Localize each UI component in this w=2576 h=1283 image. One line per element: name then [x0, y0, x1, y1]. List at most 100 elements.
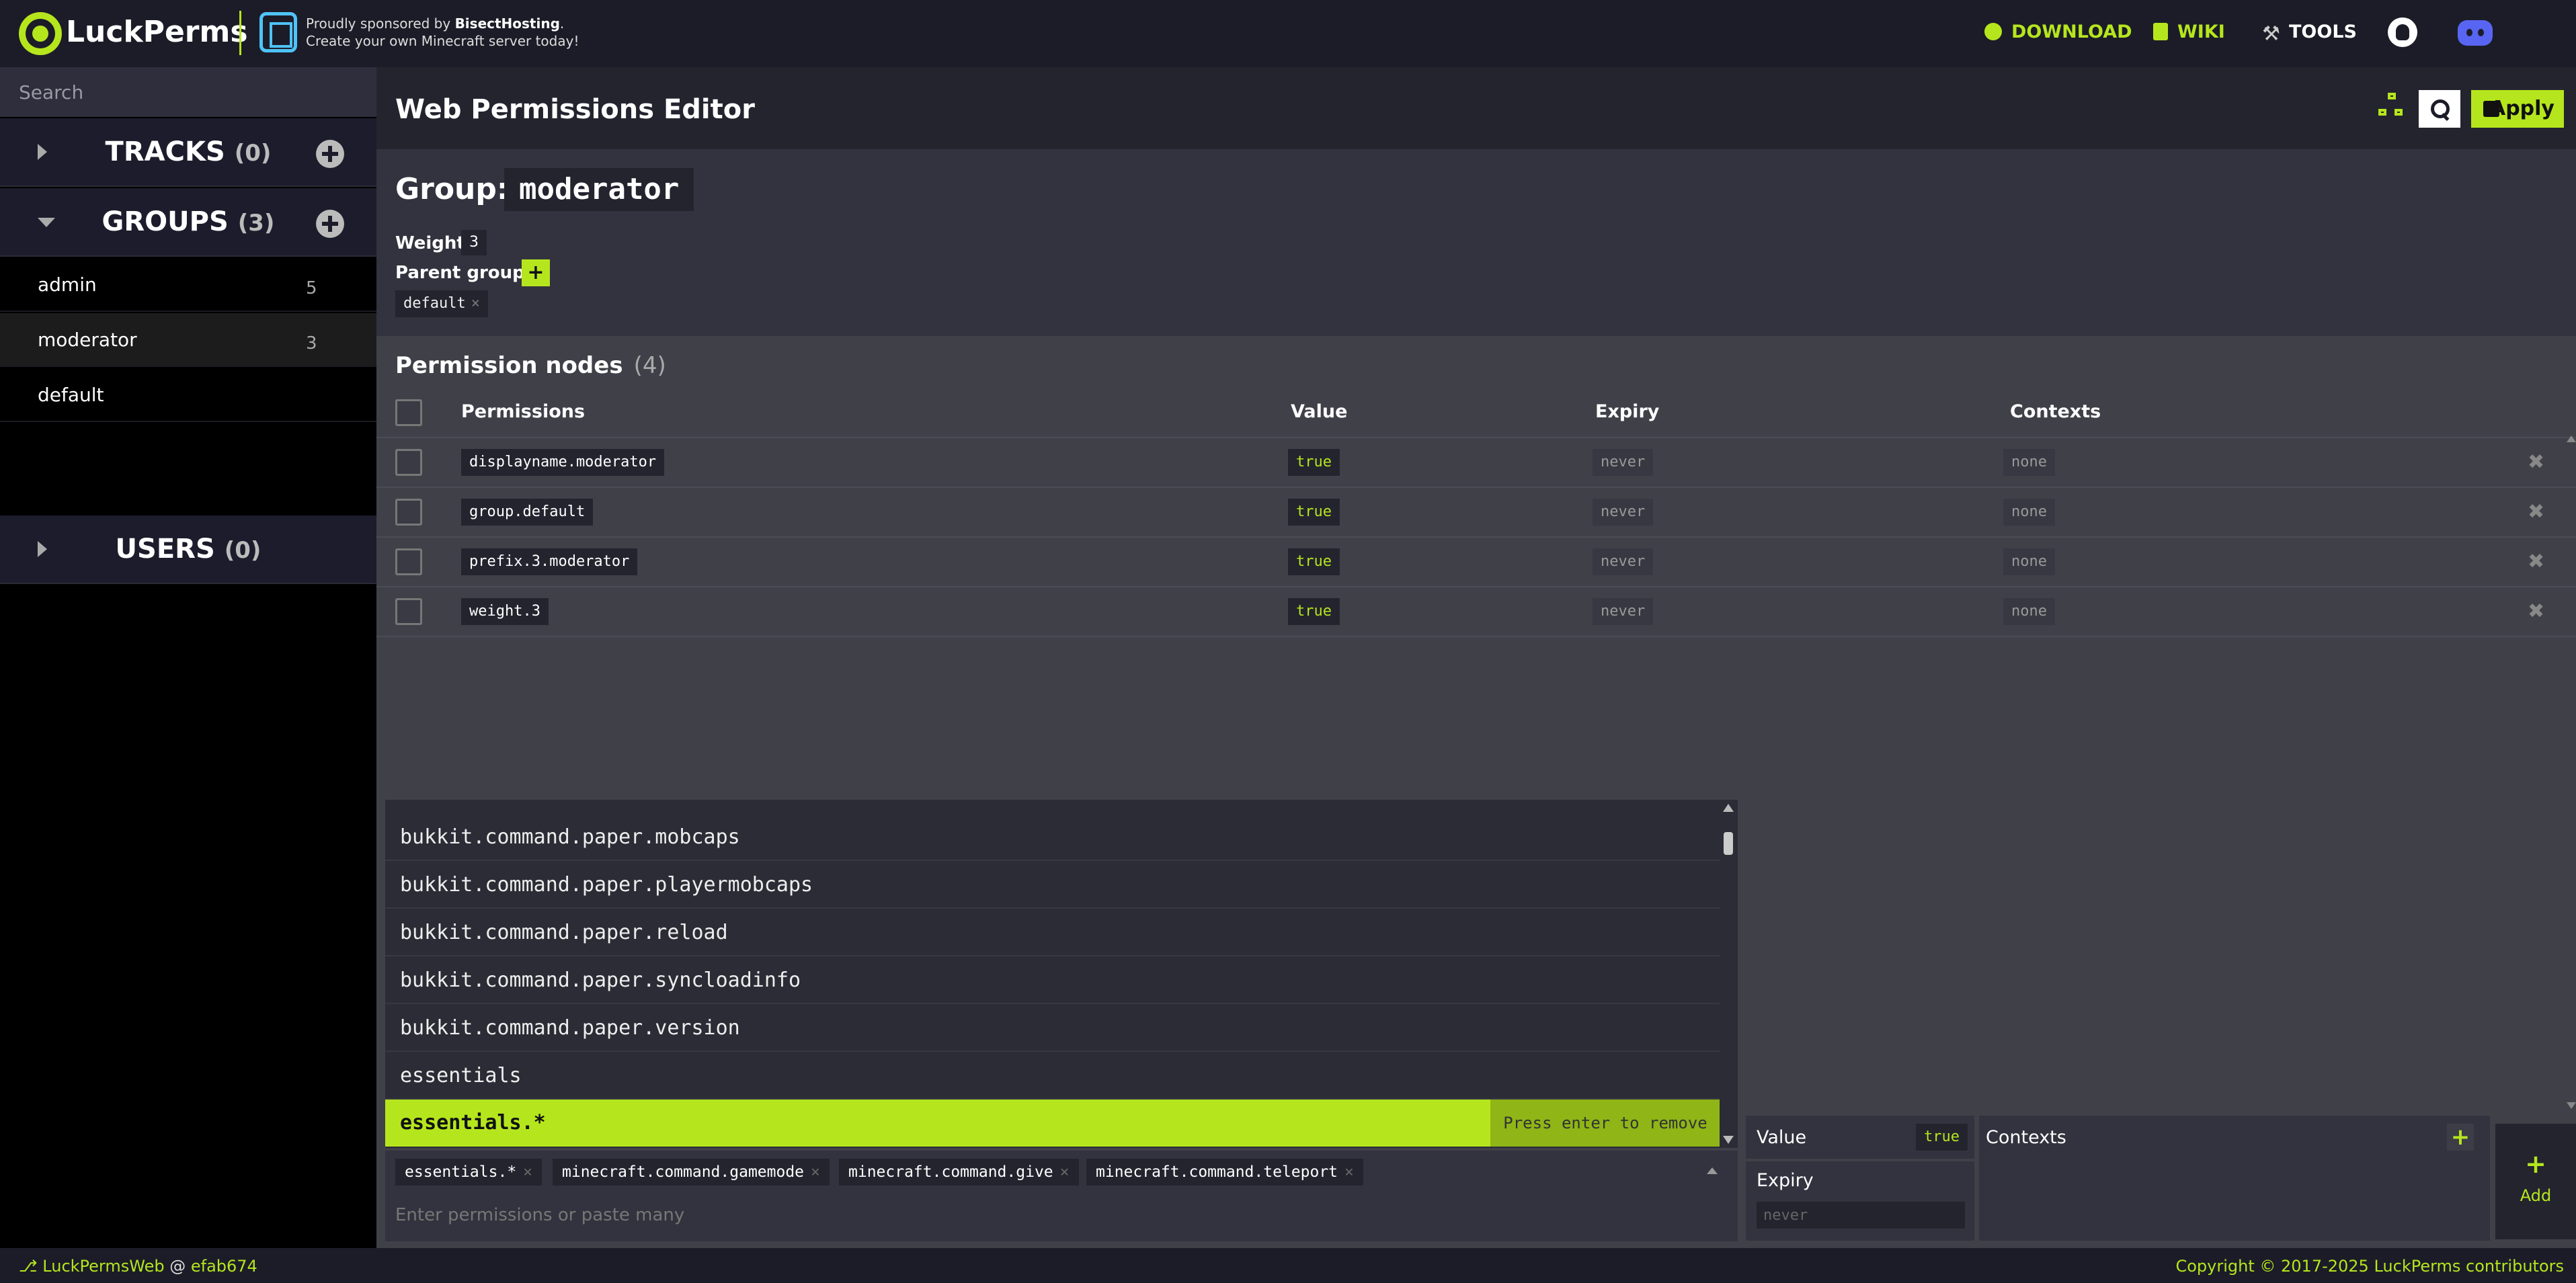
row-checkbox[interactable]: [395, 548, 422, 575]
tools-icon: [2262, 23, 2280, 40]
contexts-label: Contexts: [1986, 1127, 2066, 1148]
remove-tag-icon[interactable]: ×: [523, 1163, 532, 1181]
table-scroll-up-icon[interactable]: [2567, 436, 2576, 442]
github-icon[interactable]: [2388, 17, 2417, 47]
footer-copyright[interactable]: Copyright © 2017-2025 LuckPerms contribu…: [2175, 1256, 2564, 1276]
permission-node[interactable]: group.default: [461, 499, 594, 526]
top-nav: LuckPerms Proudly sponsored by BisectHos…: [0, 0, 2576, 67]
select-all-checkbox[interactable]: [395, 399, 422, 426]
suggestion-item[interactable]: bukkit.command.paper.version: [385, 1005, 1720, 1052]
permission-expiry[interactable]: never: [1593, 548, 1654, 575]
permission-value[interactable]: true: [1288, 499, 1340, 526]
remove-tag-icon[interactable]: ×: [811, 1163, 820, 1181]
footer-version[interactable]: ⎇ LuckPermsWeb @ efab674: [19, 1256, 257, 1276]
delete-row-icon[interactable]: ✖: [2528, 499, 2544, 526]
sidebar-group-default[interactable]: default: [0, 368, 376, 422]
nav-tools-link[interactable]: TOOLS: [2262, 20, 2357, 44]
add-parent-button[interactable]: +: [522, 259, 550, 286]
nav-download-link[interactable]: DOWNLOAD: [1984, 20, 2132, 44]
permission-node[interactable]: prefix.3.moderator: [461, 548, 638, 575]
download-icon: [1984, 23, 2002, 40]
suggestion-item[interactable]: bukkit.command.paper.playermobcaps: [385, 862, 1720, 909]
selected-permission-tag[interactable]: minecraft.command.teleport ×: [1086, 1159, 1363, 1186]
delete-row-icon[interactable]: ✖: [2528, 449, 2544, 476]
sidebar-section-groups[interactable]: GROUPS (3): [0, 188, 376, 257]
column-header-permissions[interactable]: Permissions: [461, 400, 585, 424]
row-checkbox[interactable]: [395, 449, 422, 476]
users-title: USERS (0): [0, 532, 376, 568]
tag-label: minecraft.command.gamemode: [562, 1163, 805, 1181]
selected-permission-tag[interactable]: minecraft.command.give ×: [839, 1159, 1079, 1186]
permission-expiry[interactable]: never: [1593, 598, 1654, 625]
apply-button[interactable]: Apply: [2471, 90, 2564, 128]
luckperms-logo-icon[interactable]: [19, 12, 62, 55]
selected-permission-tag[interactable]: essentials.* ×: [395, 1159, 542, 1186]
sidebar-search-input[interactable]: [0, 67, 376, 117]
selected-permission-tag[interactable]: minecraft.command.gamemode ×: [553, 1159, 830, 1186]
suggestion-item[interactable]: bukkit.command.paper.reload: [385, 909, 1720, 956]
add-context-button[interactable]: +: [2447, 1124, 2474, 1151]
suggestion-item[interactable]: bukkit.command.paper.mobcaps: [385, 814, 1720, 861]
scroll-up-icon[interactable]: [1723, 804, 1734, 812]
brand-divider: [239, 11, 241, 55]
permission-value[interactable]: true: [1288, 548, 1340, 575]
tag-label: essentials.*: [405, 1163, 517, 1181]
permission-value[interactable]: true: [1288, 449, 1340, 476]
scroll-down-icon[interactable]: [1723, 1136, 1734, 1144]
permission-contexts[interactable]: none: [2003, 499, 2055, 526]
remove-parent-icon[interactable]: ×: [471, 295, 480, 312]
sidebar-section-tracks[interactable]: TRACKS (0): [0, 118, 376, 187]
sidebar-group-moderator[interactable]: moderator 3: [0, 313, 376, 367]
suggestion-item[interactable]: essentials: [385, 1052, 1720, 1100]
search-button[interactable]: [2419, 90, 2460, 128]
permission-value[interactable]: true: [1288, 598, 1340, 625]
sponsor-line-2[interactable]: Create your own Minecraft server today!: [306, 32, 579, 50]
nav-wiki-label: WIKI: [2177, 22, 2225, 42]
remove-tag-icon[interactable]: ×: [1060, 1163, 1070, 1181]
parent-group-chip[interactable]: default ×: [395, 290, 488, 317]
permission-node[interactable]: displayname.moderator: [461, 449, 665, 476]
expiry-input[interactable]: [1757, 1202, 1965, 1229]
row-checkbox[interactable]: [395, 499, 422, 526]
add-group-icon[interactable]: [316, 210, 344, 238]
save-icon: [2483, 101, 2499, 117]
sidebar: TRACKS (0) GROUPS (3) admin 5 moderator …: [0, 67, 376, 1248]
group-info-panel: Group: moderator Weight: 3 Parent groups…: [376, 149, 2576, 336]
sponsor-line-1[interactable]: Proudly sponsored by BisectHosting.: [306, 15, 564, 32]
sidebar-group-admin[interactable]: admin 5: [0, 258, 376, 312]
collapse-caret-icon[interactable]: [1707, 1167, 1718, 1174]
bisecthosting-logo-icon[interactable]: [259, 12, 297, 52]
footer-commit[interactable]: efab674: [191, 1257, 257, 1276]
tree-view-button[interactable]: [2378, 93, 2405, 120]
discord-icon[interactable]: [2458, 20, 2493, 46]
sidebar-section-users[interactable]: USERS (0): [0, 515, 376, 584]
delete-row-icon[interactable]: ✖: [2528, 548, 2544, 575]
nav-wiki-link[interactable]: WIKI: [2153, 20, 2225, 44]
column-header-value[interactable]: Value: [1291, 400, 1347, 424]
value-toggle[interactable]: true: [1916, 1124, 1968, 1151]
group-name: moderator: [504, 168, 694, 211]
table-scroll-down-icon[interactable]: [2567, 1102, 2576, 1109]
group-label: Group:: [395, 172, 509, 206]
permission-expiry[interactable]: never: [1593, 499, 1654, 526]
sponsor-name: BisectHosting: [454, 15, 560, 32]
dropdown-scroll-thumb[interactable]: [1724, 832, 1733, 855]
add-track-icon[interactable]: [316, 140, 344, 168]
permission-contexts[interactable]: none: [2003, 598, 2055, 625]
permission-expiry[interactable]: never: [1593, 449, 1654, 476]
tracks-count: (0): [234, 140, 272, 167]
permission-input[interactable]: [395, 1200, 1726, 1230]
permission-contexts[interactable]: none: [2003, 548, 2055, 575]
footer-app-name[interactable]: LuckPermsWeb: [42, 1257, 164, 1276]
column-header-contexts[interactable]: Contexts: [2010, 400, 2101, 424]
brand-name[interactable]: LuckPerms: [66, 13, 248, 51]
delete-row-icon[interactable]: ✖: [2528, 598, 2544, 625]
row-checkbox[interactable]: [395, 598, 422, 625]
column-header-expiry[interactable]: Expiry: [1595, 400, 1659, 424]
nav-download-label: DOWNLOAD: [2011, 22, 2132, 42]
permission-contexts[interactable]: none: [2003, 449, 2055, 476]
add-permission-button[interactable]: + Add: [2495, 1124, 2576, 1239]
remove-tag-icon[interactable]: ×: [1344, 1163, 1354, 1181]
permission-node[interactable]: weight.3: [461, 598, 549, 625]
suggestion-item[interactable]: bukkit.command.paper.syncloadinfo: [385, 957, 1720, 1004]
